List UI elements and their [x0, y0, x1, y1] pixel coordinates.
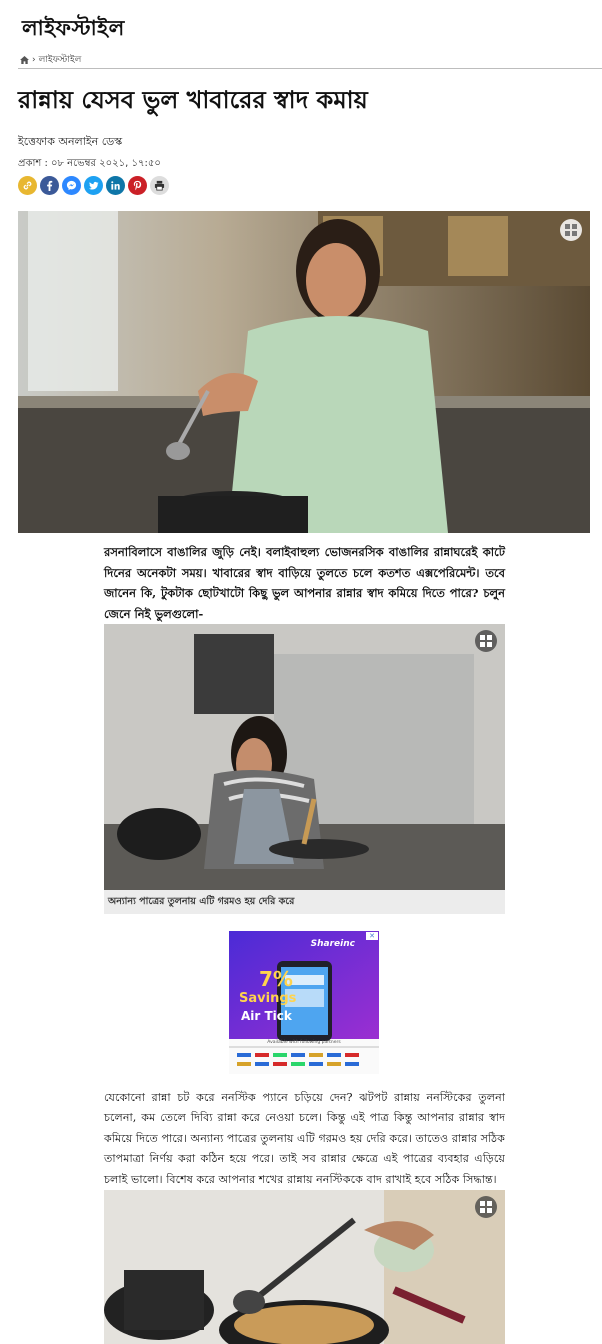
ad-brand: Shareinc	[310, 939, 355, 949]
article-headline: রান্নায় যেসব ভুল খাবারের স্বাদ কমায়	[18, 86, 368, 114]
ad-footer: Available with following partners	[267, 1040, 341, 1045]
copy-link-icon[interactable]	[18, 176, 37, 195]
print-icon[interactable]	[150, 176, 169, 195]
share-bar	[18, 176, 169, 195]
ad-choices-icon[interactable]: ✕	[366, 932, 378, 940]
publish-date: প্রকাশ : ০৮ নভেম্বর ২০২১, ১৭:৫০	[18, 158, 161, 169]
advertisement[interactable]: Shareinc 7% Savings Air Tick Available w…	[229, 931, 379, 1074]
gallery-icon[interactable]	[560, 219, 582, 241]
author-name[interactable]: ইত্তেফাক অনলাইন ডেস্ক	[18, 133, 122, 152]
home-icon[interactable]	[20, 55, 29, 64]
facebook-icon[interactable]	[40, 176, 59, 195]
article-intro: রসনাবিলাসে বাঙালির জুড়ি নেই। বলাইবাহুল্…	[104, 545, 505, 621]
article-paragraph: যেকোনো রান্না চট করে ননস্টিক প্যানে চড়ি…	[104, 1091, 505, 1186]
ad-subline: Air Tick	[241, 1009, 292, 1023]
gallery-icon[interactable]	[475, 1196, 497, 1218]
messenger-icon[interactable]	[62, 176, 81, 195]
breadcrumb-item[interactable]: লাইফস্টাইল	[39, 52, 82, 67]
divider	[18, 68, 602, 69]
breadcrumb: › লাইফস্টাইল	[20, 52, 81, 67]
gallery-icon[interactable]	[475, 630, 497, 652]
ad-headline: Savings	[239, 991, 297, 1006]
twitter-icon[interactable]	[84, 176, 103, 195]
hero-image[interactable]	[18, 211, 590, 533]
pinterest-icon[interactable]	[128, 176, 147, 195]
breadcrumb-separator: ›	[32, 54, 36, 65]
section-title[interactable]: লাইফস্টাইল	[22, 12, 125, 47]
article-image[interactable]	[104, 624, 505, 890]
article-image[interactable]	[104, 1190, 505, 1344]
image-caption: অন্যান্য পাত্রের তুলনায় এটি গরমও হয় দে…	[104, 890, 505, 914]
ad-discount: 7%	[259, 967, 293, 991]
linkedin-icon[interactable]	[106, 176, 125, 195]
